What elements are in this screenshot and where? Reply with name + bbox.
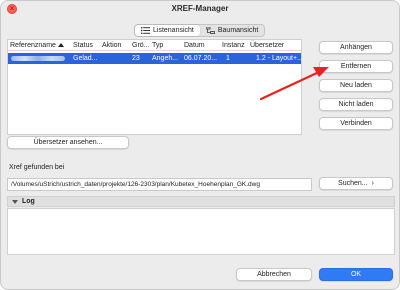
cell-instanz: 1: [226, 55, 230, 62]
column-header-groesse[interactable]: Grö...: [132, 42, 150, 49]
cell-typ: Angeh...: [152, 55, 179, 62]
view-switch: Listenansicht Baumansicht: [134, 24, 266, 37]
view-translator-button[interactable]: Übersetzer ansehen...: [7, 136, 129, 149]
cell-groesse: 23: [132, 55, 140, 62]
bind-button[interactable]: Verbinden: [319, 117, 393, 130]
column-header-aktion[interactable]: Aktion: [102, 42, 121, 49]
table-row[interactable]: Gelad... 23 Angeh... 06.07.20... 1 1.2 -…: [8, 53, 303, 64]
remove-button[interactable]: Entfernen: [319, 60, 393, 73]
search-button[interactable]: Suchen... ›: [319, 177, 393, 190]
attach-button[interactable]: Anhängen: [319, 41, 393, 54]
column-header-uebersetzer[interactable]: Übersetzer: [250, 42, 284, 49]
log-label: Log: [22, 198, 35, 205]
cancel-button[interactable]: Abbrechen: [236, 268, 312, 281]
search-button-label: Suchen...: [338, 180, 368, 187]
ok-button[interactable]: OK: [319, 268, 393, 281]
window-title: XREF-Manager: [171, 4, 229, 13]
cell-datum: 06.07.20...: [184, 55, 218, 62]
chevron-right-icon: ›: [371, 180, 374, 187]
sort-ascending-icon: [57, 43, 64, 48]
disclosure-triangle-icon: [12, 199, 18, 204]
log-disclosure[interactable]: Log: [7, 196, 395, 207]
column-header-instanz[interactable]: Instanz: [222, 42, 245, 49]
title-bar: × XREF-Manager: [1, 1, 399, 17]
column-header-typ[interactable]: Typ: [152, 42, 163, 49]
cell-status: Gelad...: [73, 55, 98, 62]
tab-tree-view-label: Baumansicht: [217, 27, 259, 34]
xref-manager-window: × XREF-Manager Listenansicht Baumansicht…: [0, 0, 400, 290]
table-header: Referenzname Status Aktion Grö... Typ Da…: [8, 40, 301, 51]
tab-list-view-label: Listenansicht: [153, 27, 194, 34]
tree-icon: [205, 27, 215, 34]
column-header-datum[interactable]: Datum: [184, 42, 205, 49]
list-icon: [141, 27, 150, 34]
xref-table[interactable]: Referenzname Status Aktion Grö... Typ Da…: [7, 39, 303, 135]
column-header-referenzname[interactable]: Referenzname: [10, 42, 64, 49]
redacted-reference-name: [11, 56, 65, 61]
found-at-label: Xref gefunden bei: [9, 164, 65, 171]
reload-button[interactable]: Neu laden: [319, 79, 393, 92]
column-header-status[interactable]: Status: [73, 42, 93, 49]
cell-uebersetzer: 1.2 - Layout+...: [256, 55, 303, 62]
xref-path-field[interactable]: /Volumes/uStrich/ustrich_daten/projekte/…: [7, 178, 312, 191]
unload-button[interactable]: Nicht laden: [319, 98, 393, 111]
tab-list-view[interactable]: Listenansicht: [135, 25, 200, 36]
log-output[interactable]: [7, 208, 395, 255]
tab-tree-view[interactable]: Baumansicht: [200, 25, 264, 36]
